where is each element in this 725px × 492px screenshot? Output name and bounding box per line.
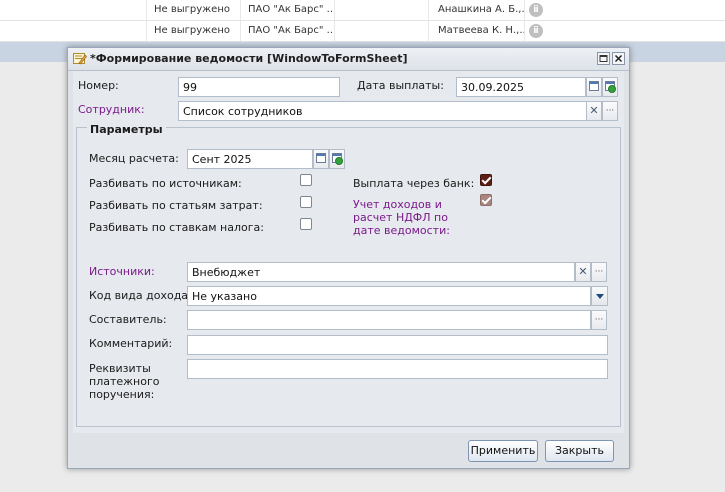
employee-cell: Анашкина А. Б.,...: [438, 0, 525, 20]
sources-clear-button[interactable]: ✕: [575, 262, 591, 282]
green-arrow-icon: [335, 157, 343, 165]
author-label: Составитель:: [89, 313, 167, 326]
comment-input[interactable]: [187, 335, 608, 355]
edit-form-icon: [73, 53, 87, 65]
maximize-icon: [599, 55, 608, 62]
ellipsis-icon: ···: [594, 267, 604, 277]
status-cell: Не выгружено: [154, 21, 241, 41]
bank-cell: ПАО "Ак Барс" ...: [248, 0, 335, 20]
bank-cell: ПАО "Ак Барс" ...: [248, 21, 335, 41]
close-icon: [614, 54, 623, 63]
form-sheet-window: *Формирование ведомости [WindowToFormShe…: [67, 47, 630, 469]
split-sources-label: Разбивать по источникам:: [89, 177, 242, 190]
ellipsis-icon: ···: [605, 106, 615, 116]
split-tax-label: Разбивать по ставкам налога:: [89, 221, 264, 234]
calendar-button[interactable]: [586, 77, 602, 97]
split-tax-checkbox[interactable]: [300, 218, 312, 230]
clear-x-icon: ✕: [578, 265, 588, 278]
date-clear-button[interactable]: [602, 77, 618, 97]
author-input[interactable]: [187, 310, 591, 330]
clear-x-icon: ✕: [589, 104, 599, 117]
income-code-select[interactable]: [187, 286, 591, 306]
month-reset-button[interactable]: [329, 149, 345, 169]
split-sources-checkbox[interactable]: [300, 174, 312, 186]
table-row[interactable]: Не выгружено ПАО "Ак Барс" ... Матвеева …: [0, 21, 725, 42]
bank-payment-label: Выплата через банк:: [353, 177, 475, 190]
window-body: Номер: Дата выплаты: Сотрудник: ✕ ··· Па…: [73, 71, 624, 433]
sources-label: Источники:: [89, 265, 155, 278]
author-select-button[interactable]: ···: [591, 310, 607, 330]
split-items-label: Разбивать по статьям затрат:: [89, 199, 263, 212]
income-code-label: Код вида дохода:: [89, 289, 192, 302]
window-header[interactable]: *Формирование ведомости [WindowToFormShe…: [68, 48, 629, 71]
window-title: *Формирование ведомости [WindowToFormShe…: [90, 52, 408, 65]
parameters-legend: Параметры: [87, 123, 166, 136]
ndfl-label-line3: дате ведомости:: [353, 224, 450, 237]
status-cell: Не выгружено: [154, 0, 241, 20]
pay-date-label: Дата выплаты:: [357, 79, 444, 92]
month-calendar-button[interactable]: [313, 149, 329, 169]
calendar-icon: [589, 81, 599, 91]
income-code-dropdown-button[interactable]: [591, 286, 608, 306]
number-input[interactable]: [178, 77, 340, 97]
split-items-checkbox[interactable]: [300, 196, 312, 208]
employee-label: Сотрудник:: [78, 103, 145, 116]
info-icon[interactable]: ⅱ: [529, 24, 543, 38]
month-label: Месяц расчета:: [89, 152, 179, 165]
sources-input[interactable]: [187, 262, 575, 282]
employee-cell: Матвеева К. Н.,...: [438, 21, 525, 41]
close-window-button[interactable]: [612, 52, 625, 65]
apply-button[interactable]: Применить: [468, 440, 538, 462]
comment-label: Комментарий:: [89, 337, 173, 350]
pay-date-input[interactable]: [456, 77, 586, 97]
close-button[interactable]: Закрыть: [545, 440, 614, 462]
green-arrow-icon: [608, 85, 616, 93]
sources-select-button[interactable]: ···: [591, 262, 607, 282]
ndfl-label-line2: расчет НДФЛ по: [353, 211, 448, 224]
requisites-input[interactable]: [187, 359, 608, 379]
ellipsis-icon: ···: [594, 315, 604, 325]
bank-payment-checkbox[interactable]: [480, 174, 492, 186]
requisites-label-line2: платежного: [89, 375, 160, 388]
requisites-label-line1: Реквизиты: [89, 362, 151, 375]
employee-input[interactable]: [178, 101, 587, 121]
info-icon[interactable]: ⅱ: [529, 3, 543, 17]
table-row[interactable]: Не выгружено ПАО "Ак Барс" ... Анашкина …: [0, 0, 725, 21]
number-label: Номер:: [78, 79, 119, 92]
ndfl-by-date-checkbox[interactable]: [480, 194, 492, 206]
employee-select-button[interactable]: ···: [602, 101, 618, 121]
maximize-button[interactable]: [597, 52, 610, 65]
ndfl-label-line1: Учет доходов и: [353, 198, 442, 211]
calendar-icon: [316, 153, 326, 163]
month-input[interactable]: [187, 149, 313, 169]
employee-clear-button[interactable]: ✕: [586, 101, 602, 121]
requisites-label-line3: поручения:: [89, 388, 155, 401]
